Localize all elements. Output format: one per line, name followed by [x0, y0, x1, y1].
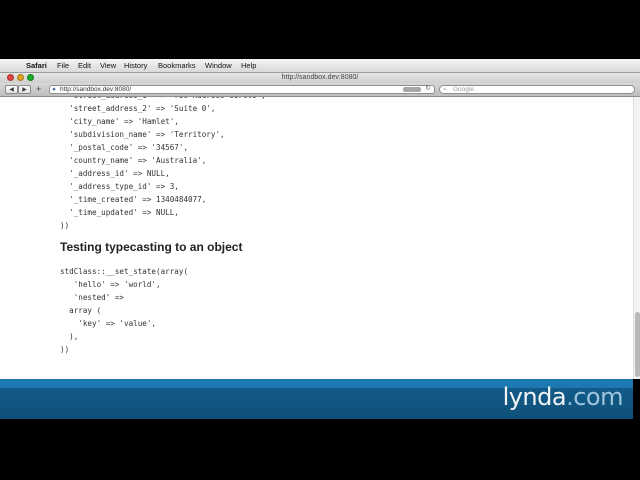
- code-line: '_address_type_id' => 3,: [69, 182, 179, 191]
- code-line: '_postal_code' => '34567',: [69, 143, 189, 152]
- code-line: 'street_address_2' => 'Suite 0',: [69, 104, 216, 113]
- code-line: stdClass::__set_state(array(: [60, 267, 189, 276]
- code-line: array (: [69, 306, 102, 315]
- section-heading: Testing typecasting to an object: [60, 240, 243, 254]
- system-menu-bar: Safari File Edit View History Bookmarks …: [0, 59, 640, 73]
- code-line: 'subdivision_name' => 'Territory',: [69, 130, 225, 139]
- browser-toolbar: ◀ ▶ + ● http://sandbox.dev:8080/ ↻ ⌕ Goo…: [0, 83, 640, 97]
- code-line: 'street_address_1' => '789 Address Circl…: [60, 97, 266, 100]
- code-lines: stdClass::__set_state(array( 'hello' => …: [60, 267, 188, 354]
- code-line: 'city_name' => 'Hamlet',: [69, 117, 179, 126]
- menu-edit[interactable]: Edit: [78, 61, 91, 70]
- code-line: 'nested' =>: [73, 293, 125, 302]
- video-watermark-bar: lynda.com: [0, 379, 633, 419]
- reader-badge[interactable]: [403, 87, 421, 92]
- code-line: 'key' => 'value',: [78, 319, 157, 328]
- forward-button[interactable]: ▶: [18, 85, 31, 94]
- back-button[interactable]: ◀: [5, 85, 18, 94]
- page-content: 'street_address_1' => '789 Address Circl…: [0, 97, 633, 379]
- globe-icon: ●: [52, 86, 56, 93]
- code-line: '_time_created' => 1340484077,: [69, 195, 207, 204]
- menu-view[interactable]: View: [100, 61, 116, 70]
- code-line: 'hello' => 'world',: [73, 280, 161, 289]
- code-line: '_address_id' => NULL,: [69, 169, 170, 178]
- address-bar[interactable]: ● http://sandbox.dev:8080/ ↻: [49, 85, 435, 94]
- window-title: http://sandbox.dev:8080/: [281, 74, 359, 81]
- lynda-logo: lynda.com: [502, 383, 624, 411]
- menu-bookmarks[interactable]: Bookmarks: [158, 61, 196, 70]
- code-line: '_time_updated' => NULL,: [69, 208, 179, 217]
- logo-tld: com: [573, 383, 623, 411]
- address-url: http://sandbox.dev:8080/: [60, 86, 132, 93]
- code-line: )): [60, 221, 70, 230]
- search-icon: ⌕: [443, 86, 447, 93]
- scrollbar-thumb[interactable]: [635, 312, 640, 377]
- code-line: 'country_name' => 'Australia',: [69, 156, 207, 165]
- reload-icon[interactable]: ↻: [425, 85, 431, 93]
- menu-history[interactable]: History: [124, 61, 147, 70]
- code-block-stdclass: stdClass::__set_state(array( 'hello' => …: [60, 265, 188, 356]
- vertical-scrollbar[interactable]: [633, 97, 640, 379]
- forward-arrow-icon: ▶: [22, 87, 27, 93]
- menu-file[interactable]: File: [57, 61, 69, 70]
- menu-safari[interactable]: Safari: [26, 61, 47, 70]
- search-field[interactable]: ⌕ Google: [439, 85, 635, 94]
- menu-help[interactable]: Help: [241, 61, 256, 70]
- code-lines: 'street_address_1' => '789 Address Circl…: [60, 97, 266, 230]
- code-line: ),: [69, 332, 79, 341]
- window-title-bar: http://sandbox.dev:8080/: [0, 73, 640, 83]
- add-bookmark-button[interactable]: +: [36, 84, 41, 94]
- back-arrow-icon: ◀: [9, 87, 14, 93]
- menu-window[interactable]: Window: [205, 61, 232, 70]
- logo-brand: lynda: [502, 383, 567, 411]
- code-line: )): [60, 345, 70, 354]
- code-block-address: 'street_address_1' => '789 Address Circl…: [60, 97, 266, 232]
- search-placeholder: Google: [453, 86, 474, 93]
